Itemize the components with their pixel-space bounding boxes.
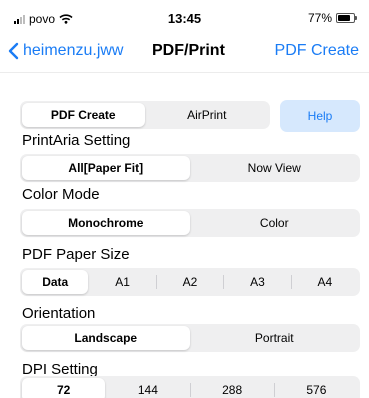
battery-fill: [338, 15, 350, 21]
orientation-label: Orientation: [22, 305, 96, 322]
battery-percent: 77%: [307, 11, 332, 25]
paper-size-option-a4[interactable]: A4: [292, 270, 358, 294]
color-mode-option-color[interactable]: Color: [191, 211, 359, 235]
mode-option-airprint[interactable]: AirPrint: [146, 103, 269, 127]
nav-divider: [0, 72, 369, 73]
dpi-segmented-control[interactable]: 72 144 288 576: [20, 376, 360, 398]
color-mode-segmented-control[interactable]: Monochrome Color: [20, 209, 360, 237]
status-right: 77%: [307, 11, 357, 25]
print-area-segmented-control[interactable]: All[Paper Fit] Now View: [20, 154, 360, 182]
print-area-option-all-paper-fit[interactable]: All[Paper Fit]: [22, 156, 190, 180]
paper-size-option-data[interactable]: Data: [22, 270, 89, 294]
page-title: PDF/Print: [152, 42, 225, 59]
paper-size-option-a2[interactable]: A2: [157, 270, 223, 294]
back-button-label: heimenzu.jww: [23, 42, 124, 59]
dpi-option-576[interactable]: 576: [275, 378, 358, 398]
print-area-option-now-view[interactable]: Now View: [191, 156, 359, 180]
dpi-option-288[interactable]: 288: [191, 378, 274, 398]
paper-size-segmented-control[interactable]: Data A1 A2 A3 A4: [20, 268, 360, 296]
pdf-create-button[interactable]: PDF Create: [275, 42, 359, 60]
paper-size-option-a1[interactable]: A1: [89, 270, 155, 294]
color-mode-label: Color Mode: [22, 186, 100, 203]
paper-size-label: PDF Paper Size: [22, 246, 130, 263]
back-button[interactable]: heimenzu.jww: [8, 42, 123, 60]
status-bar: povo 13:45 77%: [0, 0, 369, 40]
print-area-label: PrintAria Setting: [22, 132, 131, 149]
paper-size-option-a3[interactable]: A3: [224, 270, 290, 294]
color-mode-option-monochrome[interactable]: Monochrome: [22, 211, 190, 235]
mode-option-pdf-create[interactable]: PDF Create: [22, 103, 145, 127]
orientation-segmented-control[interactable]: Landscape Portrait: [20, 324, 360, 352]
dpi-option-72[interactable]: 72: [22, 378, 106, 398]
battery-icon: [336, 13, 357, 23]
navigation-bar: heimenzu.jww PDF/Print PDF Create: [0, 38, 369, 70]
help-button[interactable]: Help: [280, 100, 360, 132]
mode-segmented-control[interactable]: PDF Create AirPrint: [20, 101, 270, 129]
dpi-option-144[interactable]: 144: [106, 378, 189, 398]
orientation-option-landscape[interactable]: Landscape: [22, 326, 190, 350]
orientation-option-portrait[interactable]: Portrait: [191, 326, 359, 350]
chevron-left-icon: [8, 42, 19, 60]
